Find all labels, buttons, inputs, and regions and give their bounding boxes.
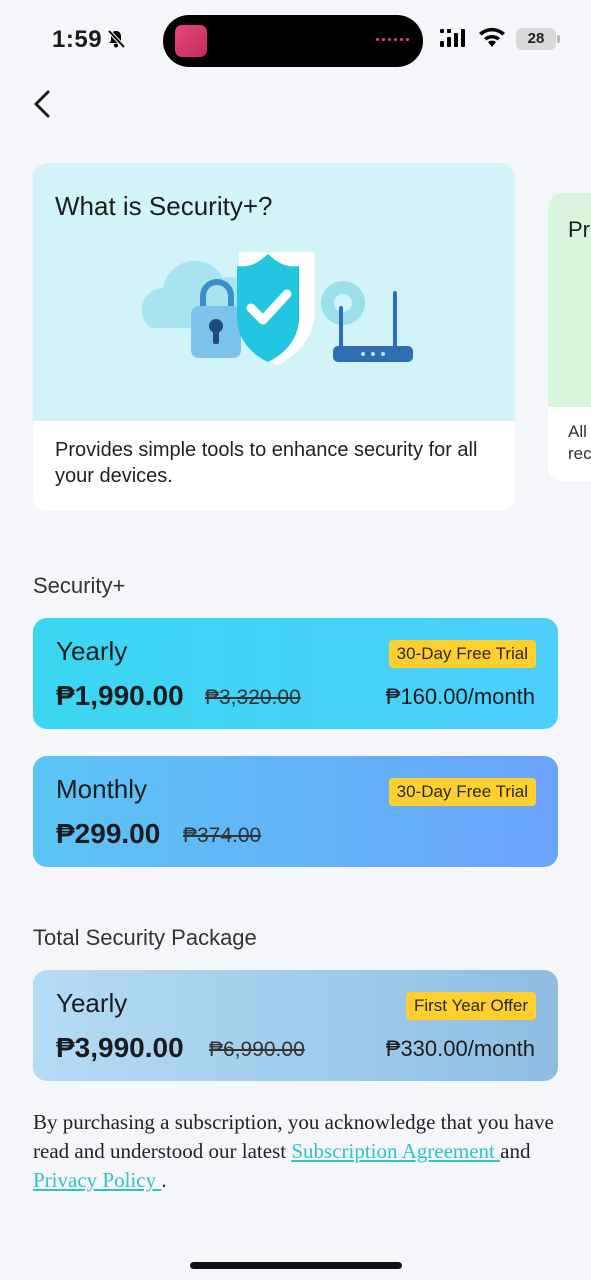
status-bar: 1:59 28 <box>0 0 591 80</box>
info-card-next-title: Pr <box>568 217 590 242</box>
trial-badge: 30-Day Free Trial <box>388 778 536 806</box>
plan-name: Yearly <box>56 988 128 1018</box>
legal-notice: By purchasing a subscription, you acknow… <box>33 1110 554 1192</box>
info-card-next-description: All rec <box>568 422 591 463</box>
cellular-signal-icon <box>440 29 468 54</box>
security-illustration-icon <box>141 252 413 366</box>
chevron-left-icon <box>34 90 50 118</box>
section-title-total-security: Total Security Package <box>33 925 257 950</box>
app-thumbnail <box>175 25 207 57</box>
plan-price-per-month: ₱160.00/month <box>385 684 535 709</box>
plan-name: Monthly <box>56 774 148 804</box>
status-time: 1:59 <box>52 26 103 53</box>
info-card-description: Provides simple tools to enhance securit… <box>55 439 478 487</box>
section-title-security-plus: Security+ <box>33 573 126 598</box>
plan-original-price: ₱6,990.00 <box>209 1038 305 1061</box>
plan-option-total-security-yearly[interactable]: Yearly First Year Offer ₱3,990.00 ₱6,990… <box>33 970 558 1081</box>
plan-price: ₱1,990.00 <box>56 680 184 711</box>
plan-original-price: ₱374.00 <box>183 824 262 847</box>
back-button[interactable] <box>28 86 60 122</box>
plan-name: Yearly <box>56 636 128 666</box>
info-card-next[interactable]: Pr All rec <box>548 193 591 481</box>
bell-muted-icon <box>106 29 126 54</box>
home-indicator[interactable] <box>190 1262 402 1269</box>
subscription-agreement-link[interactable]: Subscription Agreement <box>291 1139 500 1163</box>
info-card-title: What is Security+? <box>55 191 273 221</box>
plan-price-per-month: ₱330.00/month <box>385 1036 535 1061</box>
battery-icon: 28 <box>516 28 556 50</box>
info-card-security-plus[interactable]: What is Security+? Provides simple tools… <box>33 163 515 511</box>
trial-badge: 30-Day Free Trial <box>388 640 536 668</box>
battery-tip <box>557 35 560 43</box>
plan-price: ₱3,990.00 <box>56 1032 184 1063</box>
offer-badge: First Year Offer <box>405 992 536 1020</box>
info-card-header: What is Security+? <box>33 163 515 421</box>
plan-original-price: ₱3,320.00 <box>205 686 301 709</box>
recording-indicator-icon <box>376 38 409 41</box>
plan-option-security-plus-yearly[interactable]: Yearly 30-Day Free Trial ₱1,990.00 ₱3,32… <box>33 618 558 729</box>
dynamic-island[interactable] <box>163 15 423 67</box>
wifi-icon <box>478 27 506 54</box>
privacy-policy-link[interactable]: Privacy Policy <box>33 1168 161 1192</box>
plan-option-security-plus-monthly[interactable]: Monthly 30-Day Free Trial ₱299.00 ₱374.0… <box>33 756 558 867</box>
plan-price: ₱299.00 <box>56 818 161 849</box>
